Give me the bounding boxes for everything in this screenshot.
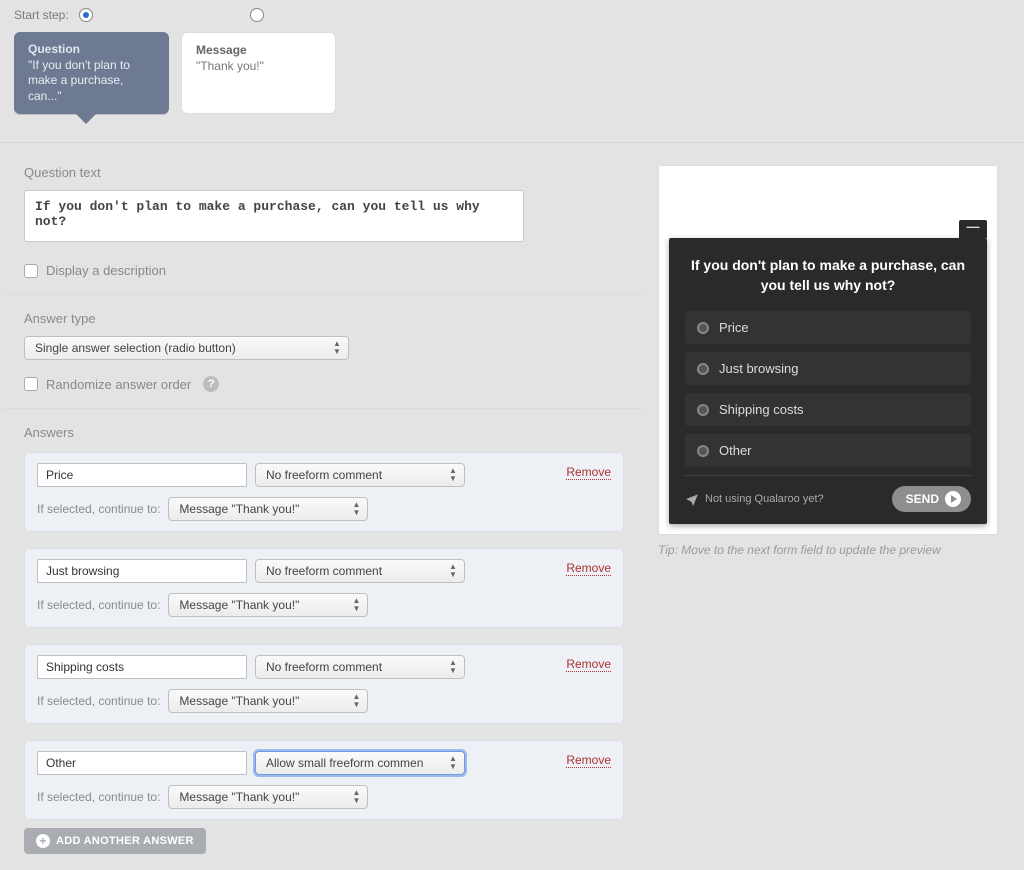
brand-icon	[685, 492, 699, 506]
freeform-select[interactable]: No freeform comment ▲▼	[255, 463, 465, 487]
widget-question: If you don't plan to make a purchase, ca…	[685, 256, 971, 295]
remove-answer-link[interactable]: Remove	[566, 753, 611, 768]
randomize-label: Randomize answer order	[46, 377, 191, 392]
brand-text: Not using Qualaroo yet?	[705, 493, 824, 505]
answer-text-input[interactable]	[37, 655, 247, 679]
chevron-updown-icon: ▲▼	[448, 467, 458, 483]
chevron-updown-icon: ▲▼	[351, 789, 361, 805]
continue-to-select[interactable]: Message "Thank you!" ▲▼	[168, 593, 368, 617]
step-card-question-preview: "If you don't plan to make a purchase, c…	[28, 58, 155, 105]
question-text-input[interactable]	[24, 190, 524, 242]
play-icon	[945, 491, 961, 507]
widget-option[interactable]: Price	[685, 311, 971, 344]
freeform-value: No freeform comment	[266, 564, 382, 578]
display-description-label: Display a description	[46, 263, 166, 278]
step-card-message-preview: "Thank you!"	[196, 59, 321, 75]
continue-to-value: Message "Thank you!"	[179, 694, 299, 708]
chevron-updown-icon: ▲▼	[448, 563, 458, 579]
continue-to-value: Message "Thank you!"	[179, 790, 299, 804]
randomize-checkbox[interactable]	[24, 377, 38, 391]
continue-to-select[interactable]: Message "Thank you!" ▲▼	[168, 497, 368, 521]
if-selected-label: If selected, continue to:	[37, 598, 160, 612]
display-description-checkbox[interactable]	[24, 264, 38, 278]
if-selected-label: If selected, continue to:	[37, 694, 160, 708]
start-step-label: Start step:	[14, 8, 69, 22]
answer-type-select[interactable]: Single answer selection (radio button) ▲…	[24, 336, 349, 360]
continue-to-value: Message "Thank you!"	[179, 598, 299, 612]
answer-block: Allow small freeform commen ▲▼ Remove If se…	[24, 740, 624, 820]
send-button[interactable]: SEND	[892, 486, 971, 512]
start-step-radio-2[interactable]	[250, 8, 264, 22]
if-selected-label: If selected, continue to:	[37, 502, 160, 516]
answer-text-input[interactable]	[37, 559, 247, 583]
widget-option[interactable]: Shipping costs	[685, 393, 971, 426]
answer-block: No freeform comment ▲▼ Remove If selected, …	[24, 548, 624, 628]
question-text-label: Question text	[24, 165, 624, 180]
radio-icon	[697, 363, 709, 375]
step-card-message-title: Message	[196, 43, 321, 59]
freeform-select[interactable]: Allow small freeform commen ▲▼	[255, 751, 465, 775]
chevron-updown-icon: ▲▼	[351, 693, 361, 709]
step-card-question-title: Question	[28, 42, 155, 58]
continue-to-select[interactable]: Message "Thank you!" ▲▼	[168, 689, 368, 713]
freeform-value: No freeform comment	[266, 660, 382, 674]
answer-type-label: Answer type	[24, 311, 624, 326]
brand-link[interactable]: Not using Qualaroo yet?	[685, 492, 824, 506]
continue-to-value: Message "Thank you!"	[179, 502, 299, 516]
if-selected-label: If selected, continue to:	[37, 790, 160, 804]
widget-option-label: Other	[719, 443, 752, 458]
answer-text-input[interactable]	[37, 463, 247, 487]
remove-answer-link[interactable]: Remove	[566, 561, 611, 576]
preview-tip: Tip: Move to the next form field to upda…	[658, 543, 998, 557]
freeform-value: Allow small freeform commen	[266, 756, 423, 770]
remove-answer-link[interactable]: Remove	[566, 465, 611, 480]
add-another-answer-label: ADD ANOTHER ANSWER	[56, 835, 194, 847]
step-card-message[interactable]: Message "Thank you!"	[181, 32, 336, 114]
start-step-radio-1[interactable]	[79, 8, 93, 22]
survey-widget: — If you don't plan to make a purchase, …	[669, 238, 987, 524]
widget-option[interactable]: Other	[685, 434, 971, 467]
radio-icon	[697, 322, 709, 334]
freeform-select[interactable]: No freeform comment ▲▼	[255, 655, 465, 679]
minimize-button[interactable]: —	[959, 220, 987, 238]
answer-text-input[interactable]	[37, 751, 247, 775]
preview-panel: — If you don't plan to make a purchase, …	[658, 165, 998, 535]
answers-label: Answers	[24, 425, 624, 440]
help-icon[interactable]: ?	[203, 376, 219, 392]
answer-block: No freeform comment ▲▼ Remove If selected, …	[24, 452, 624, 532]
remove-answer-link[interactable]: Remove	[566, 657, 611, 672]
widget-option-label: Shipping costs	[719, 402, 804, 417]
chevron-updown-icon: ▲▼	[448, 755, 458, 771]
radio-icon	[697, 404, 709, 416]
continue-to-select[interactable]: Message "Thank you!" ▲▼	[168, 785, 368, 809]
add-another-answer-button[interactable]: + ADD ANOTHER ANSWER	[24, 828, 206, 854]
chevron-updown-icon: ▲▼	[351, 597, 361, 613]
widget-option[interactable]: Just browsing	[685, 352, 971, 385]
plus-icon: +	[36, 834, 50, 848]
radio-icon	[697, 445, 709, 457]
answer-block: No freeform comment ▲▼ Remove If selected, …	[24, 644, 624, 724]
freeform-value: No freeform comment	[266, 468, 382, 482]
widget-option-label: Just browsing	[719, 361, 798, 376]
widget-option-label: Price	[719, 320, 749, 335]
chevron-updown-icon: ▲▼	[332, 340, 342, 356]
answer-type-value: Single answer selection (radio button)	[35, 341, 236, 355]
send-button-label: SEND	[906, 492, 939, 506]
chevron-updown-icon: ▲▼	[448, 659, 458, 675]
chevron-updown-icon: ▲▼	[351, 501, 361, 517]
freeform-select[interactable]: No freeform comment ▲▼	[255, 559, 465, 583]
step-card-question[interactable]: Question "If you don't plan to make a pu…	[14, 32, 169, 114]
